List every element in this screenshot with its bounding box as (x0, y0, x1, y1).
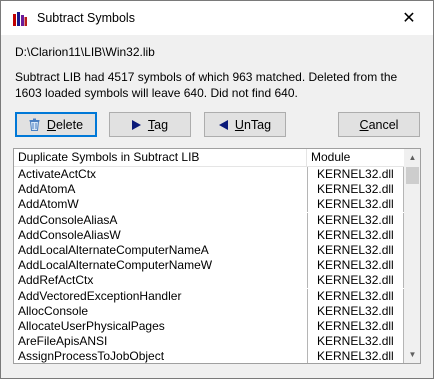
symbol-cell: AreFileApisANSI (18, 334, 108, 349)
module-cell: KERNEL32.dll (307, 273, 404, 289)
module-cell: KERNEL32.dll (307, 349, 404, 363)
duplicate-symbols-list[interactable]: Duplicate Symbols in Subtract LIB Module… (13, 148, 421, 364)
table-row[interactable]: AssignProcessToJobObject KERNEL32.dll (14, 349, 404, 364)
untag-button[interactable]: UnTag (204, 112, 286, 137)
symbol-cell: AssignProcessToJobObject (18, 349, 165, 364)
symbol-cell: AddVectoredExceptionHandler (18, 288, 182, 303)
table-row[interactable]: AllocateUserPhysicalPages KERNEL32.dll (14, 318, 404, 334)
tag-label: Tag (147, 117, 169, 132)
close-button[interactable]: ✕ (399, 9, 419, 29)
table-row[interactable]: ActivateActCtx KERNEL32.dll (14, 167, 404, 182)
play-left-icon (218, 119, 228, 130)
column-header-module[interactable]: Module (311, 150, 350, 164)
lib-path-label: D:\Clarion11\LIB\Win32.lib (15, 45, 155, 59)
table-row[interactable]: AreFileApisANSI KERNEL32.dll (14, 334, 404, 350)
list-header: Duplicate Symbols in Subtract LIB Module (14, 149, 404, 167)
module-cell: KERNEL32.dll (307, 318, 404, 334)
table-row[interactable]: AddLocalAlternateComputerNameA KERNEL32.d… (14, 242, 404, 258)
module-cell: KERNEL32.dll (307, 303, 404, 319)
table-row[interactable]: AddLocalAlternateComputerNameW KERNEL32.d… (14, 258, 404, 274)
play-right-icon (131, 119, 141, 130)
scroll-down-arrow-icon[interactable]: ▼ (404, 346, 420, 363)
symbol-cell: AddLocalAlternateComputerNameW (18, 258, 213, 273)
symbol-cell: AllocConsole (18, 303, 89, 318)
vertical-scrollbar[interactable]: ▲ ▼ (404, 149, 420, 363)
table-row[interactable]: AllocConsole KERNEL32.dll (14, 303, 404, 319)
symbol-cell: AddAtomA (18, 182, 76, 197)
module-cell: KERNEL32.dll (307, 334, 404, 350)
symbol-cell: AddRefActCtx (18, 273, 94, 288)
column-header-symbols[interactable]: Duplicate Symbols in Subtract LIB (18, 150, 199, 164)
tag-button[interactable]: Tag (109, 112, 191, 137)
delete-button[interactable]: Delete (15, 112, 97, 137)
scroll-thumb[interactable] (406, 167, 419, 184)
module-cell: KERNEL32.dll (307, 288, 404, 304)
delete-label: Delete (46, 117, 84, 132)
table-row[interactable]: AddConsoleAliasA KERNEL32.dll (14, 212, 404, 228)
app-books-icon (13, 12, 27, 26)
result-message: Subtract LIB had 4517 symbols of which 9… (15, 70, 398, 100)
cancel-label: Cancel (359, 117, 399, 132)
module-cell: KERNEL32.dll (307, 212, 404, 228)
scroll-up-arrow-icon[interactable]: ▲ (404, 149, 420, 166)
window-title: Subtract Symbols (37, 11, 135, 25)
title-bar: Subtract Symbols ✕ (1, 1, 433, 35)
symbol-cell: AddConsoleAliasW (18, 227, 121, 242)
module-cell: KERNEL32.dll (307, 227, 404, 243)
table-row[interactable]: AddConsoleAliasW KERNEL32.dll (14, 227, 404, 243)
list-rows: ActivateActCtx KERNEL32.dll AddAtomA KERNEL… (14, 167, 404, 364)
table-row[interactable]: AddRefActCtx KERNEL32.dll (14, 273, 404, 289)
table-row[interactable]: AddAtomW KERNEL32.dll (14, 197, 404, 213)
cancel-button[interactable]: Cancel (338, 112, 420, 137)
symbol-cell: AddLocalAlternateComputerNameA (18, 242, 209, 257)
table-row[interactable]: AddVectoredExceptionHandler KERNEL32.dll (14, 288, 404, 304)
column-divider[interactable] (306, 149, 307, 166)
module-cell: KERNEL32.dll (307, 258, 404, 274)
table-row[interactable]: AddAtomA KERNEL32.dll (14, 182, 404, 198)
symbol-cell: ActivateActCtx (18, 167, 97, 181)
trash-icon (29, 118, 40, 131)
symbol-cell: AddAtomW (18, 197, 79, 212)
subtract-symbols-dialog: Subtract Symbols ✕ D:\Clarion11\LIB\Win3… (0, 0, 434, 379)
module-cell: KERNEL32.dll (307, 182, 404, 198)
module-cell: KERNEL32.dll (307, 197, 404, 213)
untag-label: UnTag (234, 117, 272, 132)
symbol-cell: AddConsoleAliasA (18, 212, 118, 227)
module-cell: KERNEL32.dll (307, 167, 404, 182)
module-cell: KERNEL32.dll (307, 242, 404, 258)
symbol-cell: AllocateUserPhysicalPages (18, 318, 165, 333)
